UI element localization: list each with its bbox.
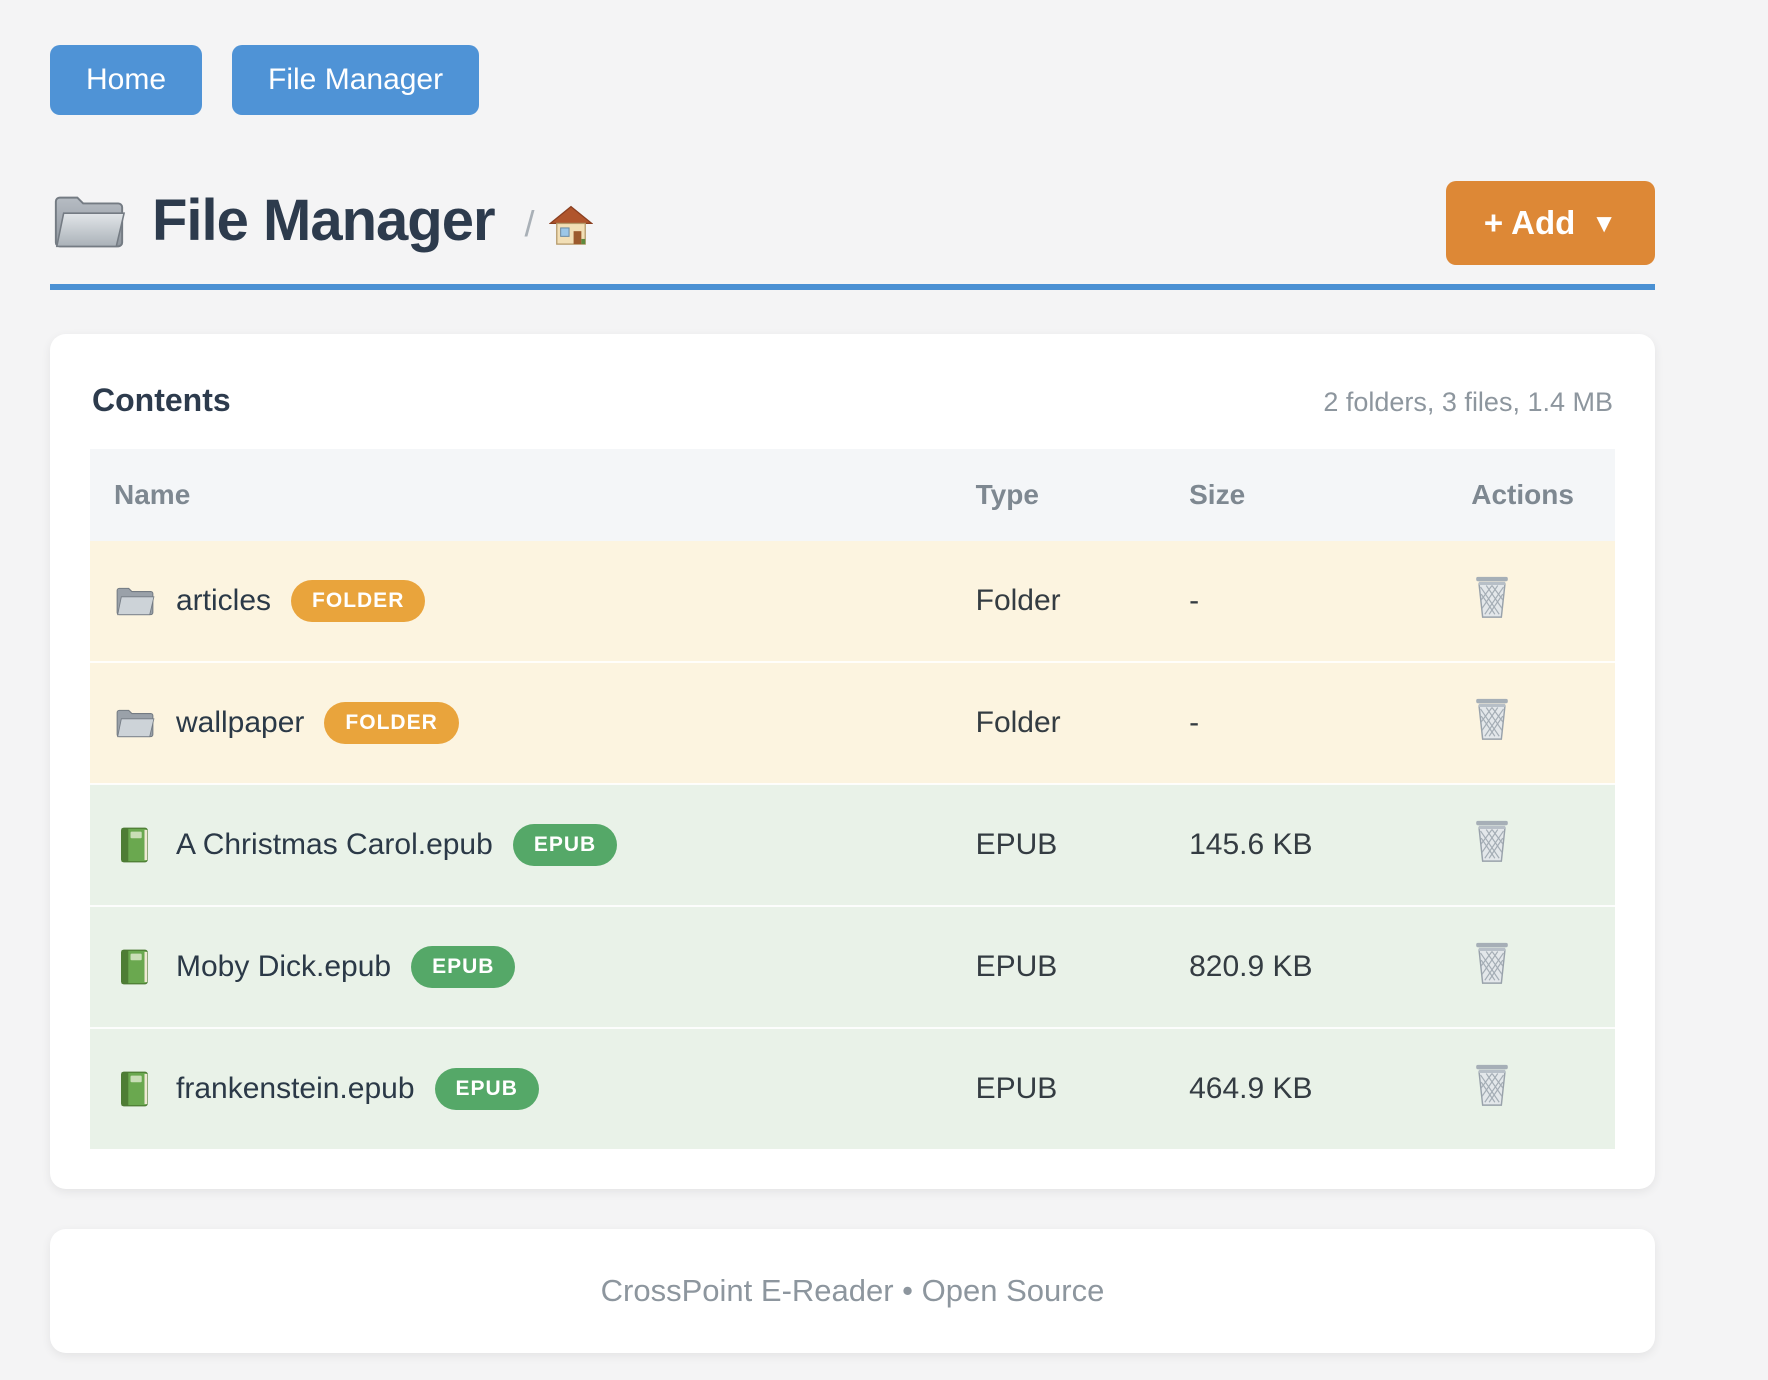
table-row[interactable]: A Christmas Carol.epub EPUB EPUB 145.6 K… <box>90 784 1615 906</box>
name-cell: wallpaper FOLDER <box>90 662 952 784</box>
table-row[interactable]: Moby Dick.epub EPUB EPUB 820.9 KB <box>90 906 1615 1028</box>
breadcrumb-separator: / <box>525 203 535 245</box>
trash-icon <box>1471 1096 1513 1111</box>
file-manager-nav-button[interactable]: File Manager <box>232 45 479 115</box>
type-badge: EPUB <box>435 1068 539 1110</box>
home-icon[interactable] <box>549 205 593 247</box>
page-title: File Manager <box>152 187 495 254</box>
book-icon <box>114 826 156 864</box>
home-nav-button[interactable]: Home <box>50 45 202 115</box>
header-divider <box>50 284 1655 290</box>
file-table: Name Type Size Actions <box>90 449 1615 1149</box>
trash-icon <box>1471 852 1513 867</box>
table-header-row: Name Type Size Actions <box>90 449 1615 541</box>
file-name: A Christmas Carol.epub <box>176 828 493 862</box>
size-cell: 464.9 KB <box>1165 1028 1447 1149</box>
footer: CrossPoint E-Reader • Open Source <box>50 1229 1655 1353</box>
type-cell: Folder <box>952 662 1166 784</box>
file-name: Moby Dick.epub <box>176 950 391 984</box>
table-row[interactable]: wallpaper FOLDER Folder - <box>90 662 1615 784</box>
name-cell: A Christmas Carol.epub EPUB <box>90 784 952 906</box>
book-icon <box>114 948 156 986</box>
delete-button[interactable] <box>1471 1062 1513 1108</box>
add-button[interactable]: + Add ▼ <box>1446 181 1655 265</box>
file-name: frankenstein.epub <box>176 1072 415 1106</box>
type-badge: FOLDER <box>291 580 425 622</box>
name-cell: Moby Dick.epub EPUB <box>90 906 952 1028</box>
file-name: wallpaper <box>176 706 304 740</box>
size-cell: 820.9 KB <box>1165 906 1447 1028</box>
book-icon <box>114 1070 156 1108</box>
size-cell: 145.6 KB <box>1165 784 1447 906</box>
delete-button[interactable] <box>1471 818 1513 864</box>
column-header-type: Type <box>952 449 1166 541</box>
type-cell: Folder <box>952 541 1166 662</box>
table-row[interactable]: articles FOLDER Folder - <box>90 541 1615 662</box>
top-nav: Home File Manager <box>50 45 1655 115</box>
delete-button[interactable] <box>1471 696 1513 742</box>
contents-panel: Contents 2 folders, 3 files, 1.4 MB Name… <box>50 334 1655 1189</box>
actions-cell <box>1447 784 1615 906</box>
table-row[interactable]: frankenstein.epub EPUB EPUB 464.9 KB <box>90 1028 1615 1149</box>
actions-cell <box>1447 541 1615 662</box>
caret-down-icon: ▼ <box>1591 208 1617 239</box>
trash-icon <box>1471 608 1513 623</box>
type-cell: EPUB <box>952 906 1166 1028</box>
folder-icon <box>114 704 156 742</box>
type-badge: FOLDER <box>324 702 458 744</box>
type-cell: EPUB <box>952 1028 1166 1149</box>
type-badge: EPUB <box>513 824 617 866</box>
actions-cell <box>1447 906 1615 1028</box>
file-name: articles <box>176 584 271 618</box>
panel-header: Contents 2 folders, 3 files, 1.4 MB <box>90 374 1615 419</box>
delete-button[interactable] <box>1471 574 1513 620</box>
footer-text: CrossPoint E-Reader • Open Source <box>94 1273 1611 1309</box>
column-header-size: Size <box>1165 449 1447 541</box>
page-header: File Manager / + Add ▼ <box>50 187 1655 254</box>
delete-button[interactable] <box>1471 940 1513 986</box>
trash-icon <box>1471 730 1513 745</box>
page: Home File Manager File Manager / <box>50 0 1655 1353</box>
panel-summary: 2 folders, 3 files, 1.4 MB <box>1323 387 1613 418</box>
actions-cell <box>1447 662 1615 784</box>
name-cell: articles FOLDER <box>90 541 952 662</box>
folder-icon <box>114 582 156 620</box>
name-cell: frankenstein.epub EPUB <box>90 1028 952 1149</box>
type-badge: EPUB <box>411 946 515 988</box>
size-cell: - <box>1165 662 1447 784</box>
size-cell: - <box>1165 541 1447 662</box>
column-header-actions: Actions <box>1447 449 1615 541</box>
type-cell: EPUB <box>952 784 1166 906</box>
open-folder-icon <box>50 189 128 253</box>
trash-icon <box>1471 974 1513 989</box>
actions-cell <box>1447 1028 1615 1149</box>
panel-title: Contents <box>92 382 231 419</box>
column-header-name: Name <box>90 449 952 541</box>
add-button-label: + Add <box>1484 204 1575 242</box>
